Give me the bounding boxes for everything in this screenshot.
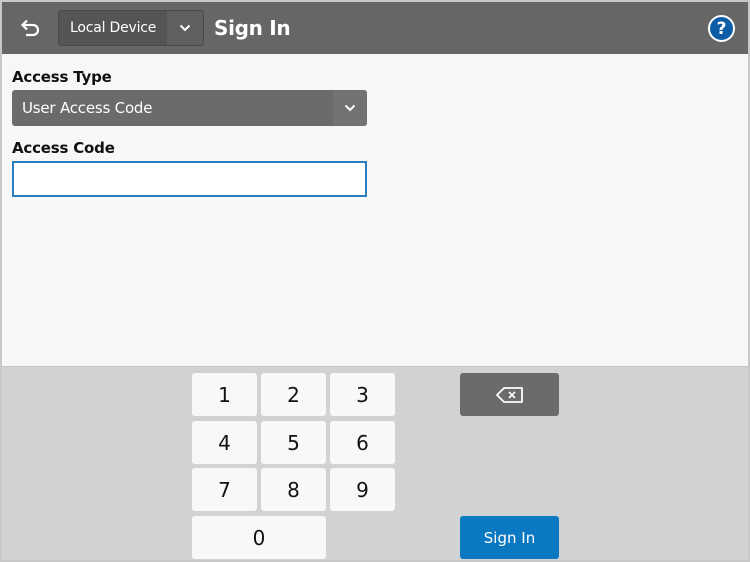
help-button[interactable]: ? [708, 15, 735, 42]
chevron-down-icon [167, 11, 203, 45]
backspace-button[interactable] [460, 373, 559, 416]
key-2[interactable]: 2 [261, 373, 326, 416]
key-6[interactable]: 6 [330, 421, 395, 464]
device-select-value: Local Device [70, 20, 157, 36]
key-4[interactable]: 4 [192, 421, 257, 464]
key-0[interactable]: 0 [192, 516, 326, 559]
access-code-input[interactable] [12, 161, 367, 197]
access-type-label: Access Type [12, 68, 112, 86]
backspace-icon [495, 386, 523, 403]
key-9[interactable]: 9 [330, 468, 395, 511]
help-icon: ? [716, 18, 727, 39]
back-button[interactable] [14, 12, 48, 44]
access-code-label: Access Code [12, 139, 115, 157]
key-1[interactable]: 1 [192, 373, 257, 416]
back-arrow-icon [20, 19, 40, 37]
key-3[interactable]: 3 [330, 373, 395, 416]
chevron-down-icon [333, 90, 367, 126]
device-select[interactable]: Local Device [58, 10, 204, 46]
access-type-value: User Access Code [22, 99, 153, 117]
sign-in-button[interactable]: Sign In [460, 516, 559, 559]
header-bar: Local Device Sign In ? [2, 2, 748, 54]
page-title: Sign In [214, 16, 291, 40]
key-8[interactable]: 8 [261, 468, 326, 511]
key-5[interactable]: 5 [261, 421, 326, 464]
numeric-keypad: 1 2 3 4 5 6 7 8 9 0 Sign In [2, 366, 748, 560]
access-type-select[interactable]: User Access Code [12, 90, 367, 126]
key-7[interactable]: 7 [192, 468, 257, 511]
sign-in-screen: Local Device Sign In ? Access Type User … [2, 2, 748, 560]
